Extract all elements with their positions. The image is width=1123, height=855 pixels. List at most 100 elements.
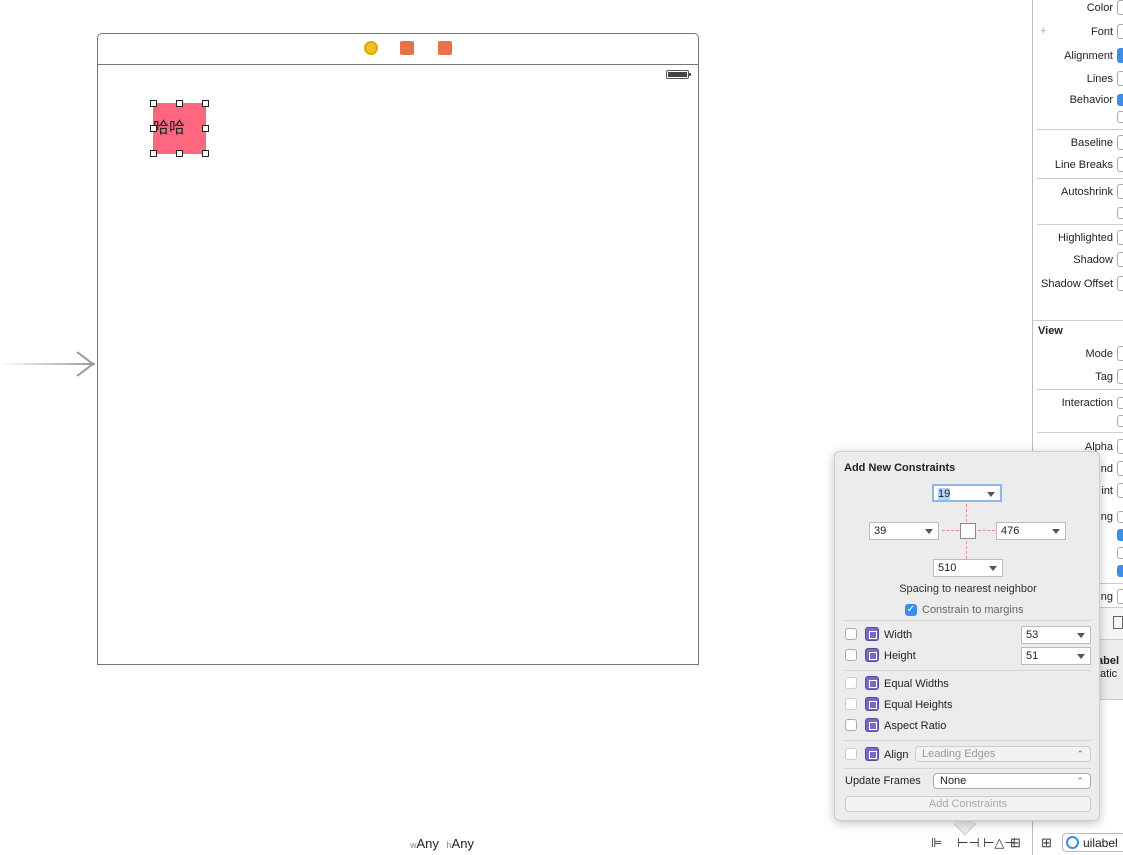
align-select[interactable]: Leading Edges	[915, 746, 1091, 762]
arrow-head-icon	[76, 351, 94, 377]
highlighted-label: Highlighted	[1057, 232, 1113, 244]
library-filter-field[interactable]: uilabel	[1062, 833, 1123, 852]
resize-handle[interactable]	[202, 100, 209, 107]
align-label: Align	[884, 749, 909, 761]
align-checkbox[interactable]	[845, 748, 857, 760]
left-spacing-field[interactable]: 39	[869, 522, 939, 540]
resize-handle[interactable]	[150, 125, 157, 132]
grid-view-icon[interactable]: ⊞	[1041, 836, 1057, 849]
alignment-control[interactable]	[1117, 48, 1123, 63]
constraint-view-box	[960, 523, 976, 539]
height-value: 51	[1026, 650, 1039, 662]
equal-widths-checkbox[interactable]	[845, 677, 857, 689]
equal-widths-label: Equal Widths	[884, 678, 949, 690]
alignment-label: Alignment	[1064, 50, 1113, 62]
width-checkbox[interactable]	[845, 628, 857, 640]
spacing-label: Spacing to nearest neighbor	[899, 583, 1037, 595]
view-controller-scene[interactable]: 哈哈	[97, 33, 699, 665]
tint-field[interactable]	[1117, 483, 1123, 498]
baseline-field[interactable]	[1117, 135, 1123, 150]
aspect-ratio-label: Aspect Ratio	[884, 720, 947, 732]
height-checkbox[interactable]	[845, 649, 857, 661]
selected-label[interactable]: 哈哈	[153, 103, 206, 154]
drawing-label: ng	[1100, 511, 1113, 523]
shadow-offset-label: Shadow Offset	[1041, 278, 1113, 290]
right-spacing-field[interactable]: 476	[996, 522, 1066, 540]
top-spacing-field[interactable]: 19	[932, 484, 1002, 502]
popover-title: Add New Constraints	[844, 462, 956, 474]
tag-field[interactable]	[1117, 369, 1123, 384]
drawing-checkbox[interactable]	[1117, 565, 1123, 577]
file-template-icon[interactable]	[1113, 616, 1123, 629]
add-constraints-button[interactable]: Add Constraints	[845, 796, 1091, 812]
align-icon[interactable]: ⊫	[931, 836, 947, 849]
width-class: Any	[416, 836, 439, 851]
aspect-ratio-checkbox[interactable]	[845, 719, 857, 731]
constrain-margins-checkbox[interactable]: ✓	[905, 604, 917, 616]
behavior-label: Behavior	[1069, 94, 1113, 106]
left-value: 39	[874, 525, 887, 537]
align-icon	[865, 747, 879, 761]
library-item-desc: tatic	[1097, 668, 1118, 680]
enabled-checkbox[interactable]	[1117, 94, 1123, 106]
equal-heights-checkbox[interactable]	[845, 698, 857, 710]
color-field[interactable]	[1117, 0, 1123, 15]
resize-handle[interactable]	[202, 150, 209, 157]
lines-label: Lines	[1086, 73, 1113, 85]
view-controller-icon[interactable]	[364, 41, 378, 55]
baseline-label: Baseline	[1070, 137, 1113, 149]
background-field[interactable]	[1117, 461, 1123, 476]
scene-dock	[98, 34, 698, 65]
width-constraint-icon	[865, 627, 879, 641]
lines-field[interactable]	[1117, 71, 1123, 86]
resize-handle[interactable]	[176, 150, 183, 157]
resize-handle[interactable]	[150, 150, 157, 157]
add-constraints-popover: Add New Constraints 19 39 476 510 Spacin…	[834, 451, 1100, 821]
view-section-header: View	[1038, 325, 1063, 337]
pin-icon[interactable]: ⊢⊣	[957, 836, 980, 849]
line-breaks-field[interactable]	[1117, 157, 1123, 172]
first-responder-icon[interactable]	[400, 41, 414, 55]
font-field[interactable]	[1117, 24, 1123, 39]
height-constraint-icon	[865, 648, 879, 662]
update-frames-select[interactable]: None	[933, 773, 1091, 789]
update-frames-value: None	[940, 775, 967, 787]
size-class-button[interactable]: wAny hAny	[410, 836, 474, 851]
autoshrink-field[interactable]	[1117, 184, 1123, 199]
drawing-checkbox[interactable]	[1117, 529, 1123, 541]
tag-label: Tag	[1095, 371, 1113, 383]
exit-icon[interactable]	[438, 41, 452, 55]
font-add-button[interactable]: +	[1040, 25, 1046, 37]
resize-handle[interactable]	[176, 100, 183, 107]
behavior-checkbox[interactable]	[1117, 111, 1123, 123]
height-field[interactable]: 51	[1021, 647, 1091, 665]
line-breaks-label: Line Breaks	[1054, 159, 1113, 171]
update-frames-label: Update Frames	[845, 775, 921, 787]
shadow-field[interactable]	[1117, 252, 1123, 267]
add-constraints-label: Add Constraints	[928, 798, 1008, 810]
width-field[interactable]: 53	[1021, 626, 1091, 644]
font-label: Font	[1090, 26, 1113, 38]
drawing-checkbox[interactable]	[1117, 547, 1123, 559]
resolve-issues-icon[interactable]: ⊢△⊣	[983, 836, 1016, 849]
constrain-margins-label: Constrain to margins	[922, 604, 1024, 616]
drawing-checkbox[interactable]	[1117, 511, 1123, 523]
resizing-icon[interactable]: ⊟	[1010, 836, 1026, 849]
highlighted-field[interactable]	[1117, 230, 1123, 245]
interaction-checkbox[interactable]	[1117, 397, 1123, 409]
mode-field[interactable]	[1117, 346, 1123, 361]
filter-value: uilabel	[1083, 836, 1118, 850]
height-label: Height	[884, 650, 916, 662]
tighten-checkbox[interactable]	[1117, 207, 1123, 219]
bottom-spacing-field[interactable]: 510	[933, 559, 1003, 577]
alpha-field[interactable]	[1117, 439, 1123, 454]
height-class: Any	[451, 836, 474, 851]
resize-handle[interactable]	[202, 125, 209, 132]
shadow-offset-field[interactable]	[1117, 276, 1123, 291]
multiple-touch-checkbox[interactable]	[1117, 415, 1123, 427]
width-value: 53	[1026, 629, 1039, 641]
right-value: 476	[1001, 525, 1020, 537]
stretching-field[interactable]	[1117, 589, 1123, 604]
bottom-value: 510	[938, 562, 957, 574]
resize-handle[interactable]	[150, 100, 157, 107]
